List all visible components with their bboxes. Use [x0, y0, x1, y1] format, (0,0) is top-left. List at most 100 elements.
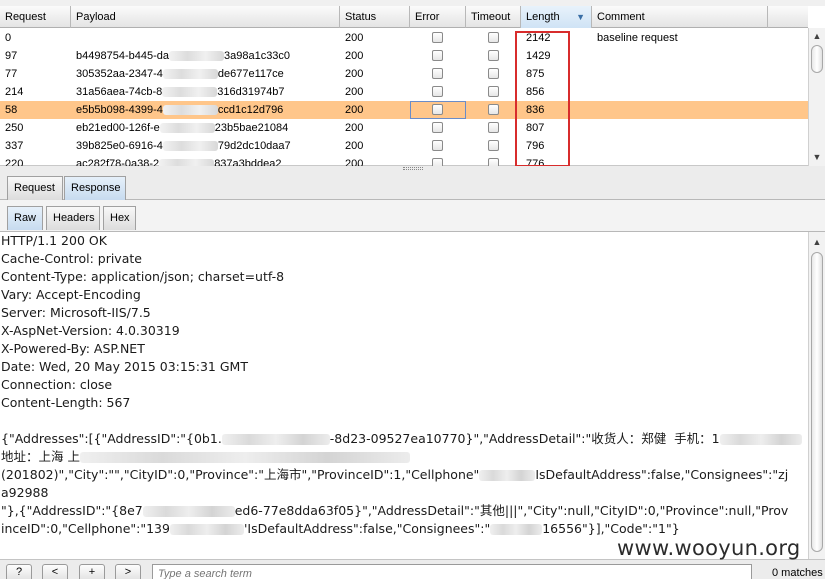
response-body-line: (201802)","City":"","CityID":0,"Province…	[1, 467, 789, 482]
cell-comment	[592, 83, 768, 101]
tab-headers[interactable]: Headers	[46, 206, 100, 230]
response-header-line: X-AspNet-Version: 4.0.30319	[1, 323, 180, 338]
length-column-highlight	[515, 31, 570, 167]
cell-request: 220	[5, 158, 24, 166]
payload-prefix: 31a56aea-74cb-8	[76, 86, 163, 98]
next-match-button[interactable]: >	[115, 564, 141, 579]
payload-prefix: 39b825e0-6916-4	[76, 140, 163, 152]
redacted-text	[719, 434, 802, 445]
column-header-payload[interactable]: Payload	[71, 6, 340, 28]
cell-payload: ac282f78-0a38-2 837a3bddea2	[76, 155, 344, 166]
column-header-error[interactable]: Error	[410, 6, 466, 28]
timeout-checkbox[interactable]	[488, 140, 499, 151]
redacted-text	[79, 452, 410, 463]
splitter-grip-icon	[403, 167, 423, 170]
cell-payload: b4498754-b445-da 3a98a1c33c0	[76, 47, 344, 65]
error-checkbox[interactable]	[432, 122, 443, 133]
payload-suffix: de677e117ce	[217, 68, 284, 80]
table-row[interactable]: 77 305352aa-2347-4 de677e117ce 200 875	[0, 65, 808, 83]
error-checkbox[interactable]	[432, 32, 443, 43]
cell-status: 200	[345, 68, 364, 80]
error-checkbox[interactable]	[432, 86, 443, 97]
help-button[interactable]: ?	[6, 564, 32, 579]
table-row[interactable]: 97 b4498754-b445-da 3a98a1c33c0 200 1429	[0, 47, 808, 65]
table-row[interactable]: 214 31a56aea-74cb-8 316d31974b7 200 856	[0, 83, 808, 101]
results-table: Request Payload Status Error Timeout Len…	[0, 0, 825, 167]
table-row[interactable]: 58 e5b5b098-4399-4 ccd1c12d796 200 836	[0, 101, 808, 119]
timeout-checkbox[interactable]	[488, 86, 499, 97]
raw-response-view[interactable]: HTTP/1.1 200 OK Cache-Control: private C…	[0, 232, 808, 559]
response-scroll-thumb[interactable]	[811, 252, 823, 552]
cell-request: 77	[5, 68, 18, 80]
response-header-line: Server: Microsoft-IIS/7.5	[1, 305, 151, 320]
cell-status: 200	[345, 122, 364, 134]
timeout-checkbox[interactable]	[488, 122, 499, 133]
add-button[interactable]: +	[79, 564, 105, 579]
response-body-line: 地址：上海 上	[1, 448, 807, 466]
scroll-down-icon[interactable]: ▼	[809, 149, 825, 165]
response-header-line: Vary: Accept-Encoding	[1, 287, 141, 302]
cell-status: 200	[345, 50, 364, 62]
cell-status: 200	[345, 140, 364, 152]
cell-payload: 305352aa-2347-4 de677e117ce	[76, 65, 344, 83]
error-checkbox[interactable]	[432, 68, 443, 79]
table-row[interactable]: 0 200 2142 baseline request	[0, 29, 808, 47]
timeout-checkbox[interactable]	[488, 32, 499, 43]
cell-payload: 31a56aea-74cb-8 316d31974b7	[76, 83, 344, 101]
payload-suffix: 23b5bae21084	[214, 122, 289, 134]
tab-raw[interactable]: Raw	[7, 206, 43, 230]
tab-request[interactable]: Request	[7, 176, 63, 200]
redacted-text	[159, 159, 215, 166]
cell-request: 97	[5, 50, 18, 62]
scroll-up-icon[interactable]: ▲	[809, 234, 825, 250]
cell-status: 200	[345, 104, 364, 116]
table-header: Request Payload Status Error Timeout Len…	[0, 6, 808, 28]
cell-status: 200	[345, 32, 364, 44]
timeout-checkbox[interactable]	[488, 68, 499, 79]
redacted-text	[162, 87, 218, 98]
response-body-line: a92988	[1, 485, 49, 500]
cell-payload: 39b825e0-6916-4 79d2dc10daa7	[76, 137, 344, 155]
table-row[interactable]: 220 ac282f78-0a38-2 837a3bddea2 200 776	[0, 155, 808, 166]
cell-request: 250	[5, 122, 24, 134]
cell-status: 200	[345, 158, 364, 166]
previous-match-button[interactable]: <	[42, 564, 68, 579]
response-scrollbar[interactable]: ▲	[808, 232, 825, 559]
redacted-text	[169, 524, 244, 535]
table-row[interactable]: 250 eb21ed00-126f-e 23b5bae21084 200 807	[0, 119, 808, 137]
cell-request: 214	[5, 86, 24, 98]
redacted-text	[221, 434, 330, 445]
payload-suffix: 837a3bddea2	[214, 158, 282, 166]
scroll-up-icon[interactable]: ▲	[809, 28, 825, 44]
search-bar: ? < + > 0 matches	[0, 559, 825, 579]
error-checkbox[interactable]	[432, 140, 443, 151]
cell-payload: eb21ed00-126f-e 23b5bae21084	[76, 119, 344, 137]
redacted-text	[162, 69, 218, 80]
search-input[interactable]	[152, 564, 752, 579]
response-body-line: {"Addresses":[{"AddressID":"{0b1. -8d23-0…	[1, 430, 807, 448]
timeout-checkbox[interactable]	[488, 158, 499, 166]
payload-suffix: ccd1c12d796	[217, 104, 284, 116]
tab-response[interactable]: Response	[64, 176, 126, 200]
column-header-timeout[interactable]: Timeout	[466, 6, 521, 28]
timeout-checkbox[interactable]	[488, 50, 499, 61]
error-checkbox[interactable]	[432, 50, 443, 61]
table-row[interactable]: 337 39b825e0-6916-4 79d2dc10daa7 200 796	[0, 137, 808, 155]
results-scroll-thumb[interactable]	[811, 45, 823, 73]
cell-comment	[592, 65, 768, 83]
error-checkbox[interactable]	[432, 158, 443, 166]
column-header-length[interactable]: Length ▼	[521, 6, 592, 28]
results-scrollbar[interactable]: ▲ ▼	[808, 28, 825, 166]
cell-payload: e5b5b098-4399-4 ccd1c12d796	[76, 101, 344, 119]
response-body-line: "},{"AddressID":"{8e7 ed6-77e8dda63f05}",…	[1, 503, 789, 518]
column-header-comment[interactable]: Comment	[592, 6, 768, 28]
column-header-status[interactable]: Status	[340, 6, 410, 28]
redacted-text	[168, 51, 224, 62]
focused-cell	[410, 101, 466, 119]
tab-hex[interactable]: Hex	[103, 206, 136, 230]
timeout-checkbox[interactable]	[488, 104, 499, 115]
payload-prefix: 305352aa-2347-4	[76, 68, 163, 80]
cell-request: 58	[5, 104, 18, 116]
column-header-request[interactable]: Request	[0, 6, 71, 28]
cell-request: 337	[5, 140, 24, 152]
